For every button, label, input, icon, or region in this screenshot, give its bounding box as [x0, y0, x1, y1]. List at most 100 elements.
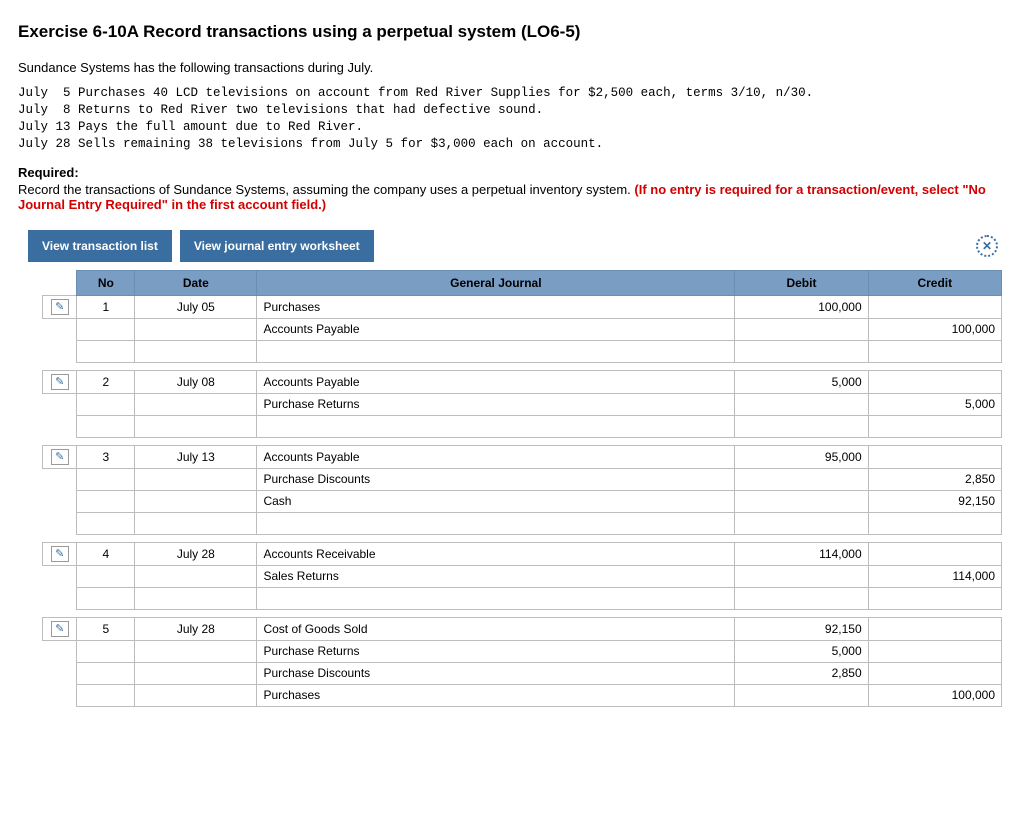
edit-row-icon[interactable]: ✎ — [51, 449, 69, 465]
entry-no: 3 — [77, 445, 135, 468]
entry-date[interactable] — [135, 393, 257, 415]
entry-date[interactable] — [135, 340, 257, 362]
debit-amount[interactable]: 5,000 — [735, 370, 868, 393]
entry-no — [77, 587, 135, 609]
entry-date[interactable] — [135, 662, 257, 684]
required-body: Record the transactions of Sundance Syst… — [18, 182, 634, 197]
account-name[interactable]: Cost of Goods Sold — [257, 617, 735, 640]
account-name[interactable]: Purchase Returns — [257, 640, 735, 662]
debit-amount[interactable] — [735, 512, 868, 534]
entry-date[interactable] — [135, 640, 257, 662]
credit-amount[interactable] — [868, 370, 1001, 393]
entry-date[interactable]: July 05 — [135, 295, 257, 318]
intro-text: Sundance Systems has the following trans… — [18, 60, 1006, 75]
credit-amount[interactable]: 92,150 — [868, 490, 1001, 512]
account-name[interactable]: Purchases — [257, 684, 735, 706]
credit-amount[interactable]: 100,000 — [868, 318, 1001, 340]
entry-date[interactable]: July 28 — [135, 542, 257, 565]
account-name[interactable]: Accounts Payable — [257, 370, 735, 393]
debit-amount[interactable] — [735, 684, 868, 706]
entry-date[interactable] — [135, 587, 257, 609]
account-name[interactable]: Accounts Payable — [257, 445, 735, 468]
account-name[interactable]: Sales Returns — [257, 565, 735, 587]
entry-date[interactable] — [135, 490, 257, 512]
required-heading: Required: — [18, 165, 1006, 180]
account-name[interactable]: Purchase Discounts — [257, 468, 735, 490]
entry-no — [77, 393, 135, 415]
account-name[interactable]: Accounts Payable — [257, 318, 735, 340]
entry-no: 5 — [77, 617, 135, 640]
entry-date[interactable] — [135, 318, 257, 340]
credit-amount[interactable] — [868, 445, 1001, 468]
col-no: No — [77, 270, 135, 295]
view-transaction-list-button[interactable]: View transaction list — [28, 230, 172, 262]
col-gj: General Journal — [257, 270, 735, 295]
entry-no — [77, 662, 135, 684]
transaction-list-text: July 5 Purchases 40 LCD televisions on a… — [18, 85, 1006, 153]
col-debit: Debit — [735, 270, 868, 295]
account-name[interactable]: Purchase Discounts — [257, 662, 735, 684]
debit-amount[interactable] — [735, 318, 868, 340]
credit-amount[interactable] — [868, 340, 1001, 362]
credit-amount[interactable] — [868, 617, 1001, 640]
entry-date[interactable] — [135, 415, 257, 437]
account-name[interactable] — [257, 587, 735, 609]
edit-row-icon[interactable]: ✎ — [51, 374, 69, 390]
account-name[interactable]: Purchases — [257, 295, 735, 318]
account-name[interactable]: Cash — [257, 490, 735, 512]
entry-date[interactable]: July 13 — [135, 445, 257, 468]
account-name[interactable]: Purchase Returns — [257, 393, 735, 415]
edit-row-icon[interactable]: ✎ — [51, 621, 69, 637]
debit-amount[interactable] — [735, 340, 868, 362]
credit-amount[interactable]: 100,000 — [868, 684, 1001, 706]
account-name[interactable] — [257, 512, 735, 534]
credit-amount[interactable] — [868, 587, 1001, 609]
entry-no: 1 — [77, 295, 135, 318]
debit-amount[interactable] — [735, 415, 868, 437]
debit-amount[interactable] — [735, 490, 868, 512]
entry-no — [77, 318, 135, 340]
credit-amount[interactable] — [868, 512, 1001, 534]
page-title: Exercise 6-10A Record transactions using… — [18, 22, 1006, 42]
credit-amount[interactable] — [868, 662, 1001, 684]
col-credit: Credit — [868, 270, 1001, 295]
debit-amount[interactable]: 114,000 — [735, 542, 868, 565]
entry-no — [77, 468, 135, 490]
debit-amount[interactable] — [735, 468, 868, 490]
edit-row-icon[interactable]: ✎ — [51, 299, 69, 315]
required-text: Record the transactions of Sundance Syst… — [18, 182, 1006, 212]
entry-date[interactable]: July 28 — [135, 617, 257, 640]
entry-no: 2 — [77, 370, 135, 393]
debit-amount[interactable]: 95,000 — [735, 445, 868, 468]
entry-no — [77, 415, 135, 437]
credit-amount[interactable]: 2,850 — [868, 468, 1001, 490]
entry-no — [77, 340, 135, 362]
entry-date[interactable] — [135, 565, 257, 587]
account-name[interactable] — [257, 415, 735, 437]
entry-date[interactable] — [135, 468, 257, 490]
credit-amount[interactable] — [868, 640, 1001, 662]
view-journal-entry-worksheet-button[interactable]: View journal entry worksheet — [180, 230, 374, 262]
debit-amount[interactable] — [735, 587, 868, 609]
edit-row-icon[interactable]: ✎ — [51, 546, 69, 562]
account-name[interactable] — [257, 340, 735, 362]
debit-amount[interactable]: 100,000 — [735, 295, 868, 318]
close-icon[interactable]: ✕ — [976, 235, 998, 257]
credit-amount[interactable]: 5,000 — [868, 393, 1001, 415]
entry-date[interactable] — [135, 684, 257, 706]
credit-amount[interactable] — [868, 415, 1001, 437]
debit-amount[interactable]: 92,150 — [735, 617, 868, 640]
debit-amount[interactable] — [735, 565, 868, 587]
entry-date[interactable] — [135, 512, 257, 534]
credit-amount[interactable] — [868, 295, 1001, 318]
credit-amount[interactable] — [868, 542, 1001, 565]
debit-amount[interactable] — [735, 393, 868, 415]
entry-no: 4 — [77, 542, 135, 565]
debit-amount[interactable]: 5,000 — [735, 640, 868, 662]
debit-amount[interactable]: 2,850 — [735, 662, 868, 684]
journal-table: No Date General Journal Debit Credit ✎1J… — [42, 270, 1002, 707]
entry-date[interactable]: July 08 — [135, 370, 257, 393]
entry-no — [77, 640, 135, 662]
credit-amount[interactable]: 114,000 — [868, 565, 1001, 587]
account-name[interactable]: Accounts Receivable — [257, 542, 735, 565]
